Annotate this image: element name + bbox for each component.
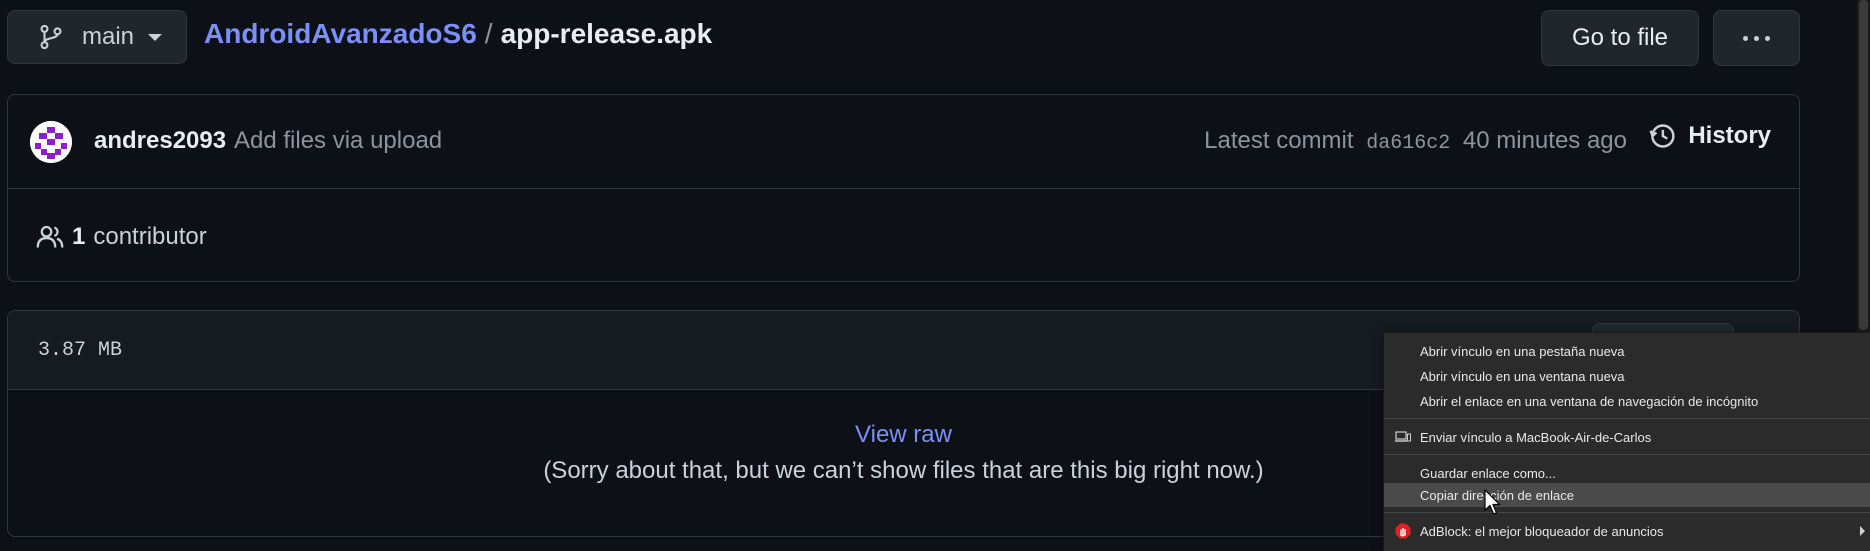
contributor-label: contributor: [93, 223, 207, 250]
adblock-icon: [1395, 523, 1411, 539]
mouse-pointer-icon: [1484, 489, 1501, 515]
identicon-icon: [30, 121, 72, 163]
git-branch-icon: [40, 24, 62, 50]
menu-separator: [1384, 512, 1870, 513]
commit-sha[interactable]: da616c2: [1366, 132, 1450, 155]
menu-item-label: Enviar vínculo a MacBook-Air-de-Carlos: [1420, 429, 1652, 445]
avatar[interactable]: [30, 121, 72, 163]
menu-item-send-to-device[interactable]: Enviar vínculo a MacBook-Air-de-Carlos: [1384, 425, 1870, 449]
breadcrumb-repo-link[interactable]: AndroidAvanzadoS6: [204, 18, 477, 49]
contributors-row[interactable]: 1 contributor: [36, 223, 207, 251]
file-size: 3.87 MB: [38, 339, 123, 362]
breadcrumb-file-name: app-release.apk: [500, 18, 713, 49]
view-raw-label[interactable]: View raw: [855, 421, 952, 448]
more-options-button[interactable]: [1713, 10, 1800, 66]
page-scrollbar-thumb[interactable]: [1859, 0, 1868, 330]
menu-item-label: Abrir el enlace en una ventana de navega…: [1420, 393, 1759, 409]
menu-item-open-new-window[interactable]: Abrir vínculo en una ventana nueva: [1384, 364, 1870, 388]
branch-selector-button[interactable]: main: [7, 10, 187, 64]
context-menu: Abrir vínculo en una pestaña nueva Abrir…: [1383, 332, 1870, 551]
submenu-arrow-icon: [1860, 526, 1865, 536]
people-icon: [36, 225, 64, 248]
branch-name: main: [82, 23, 135, 50]
menu-separator: [1384, 418, 1870, 419]
commit-author[interactable]: andres2093: [94, 127, 226, 155]
menu-item-save-link-as[interactable]: Guardar enlace como...: [1384, 461, 1870, 485]
kebab-horizontal-icon: [1743, 35, 1748, 41]
menu-item-open-new-tab[interactable]: Abrir vínculo en una pestaña nueva: [1384, 339, 1870, 363]
latest-commit-row: andres2093 Add files via upload Latest c…: [8, 95, 1799, 189]
history-link[interactable]: History: [1648, 122, 1771, 150]
menu-item-copy-link-address[interactable]: Copiar dirección de enlace: [1384, 483, 1870, 507]
menu-item-label: AdBlock: el mejor bloqueador de anuncios: [1420, 523, 1664, 539]
menu-separator: [1384, 454, 1870, 455]
breadcrumb-separator: /: [484, 18, 493, 49]
commit-box: andres2093 Add files via upload Latest c…: [7, 94, 1800, 282]
chevron-down-icon: [148, 33, 163, 41]
device-send-icon: [1395, 431, 1411, 442]
menu-item-label: Abrir vínculo en una ventana nueva: [1420, 368, 1625, 384]
history-icon: [1649, 124, 1675, 148]
latest-commit-label: Latest commit: [1204, 127, 1354, 154]
page: main AndroidAvanzadoS6/app-release.apk G…: [0, 0, 1870, 551]
menu-item-label: Guardar enlace como...: [1420, 465, 1556, 481]
commit-time: 40 minutes ago: [1462, 127, 1627, 154]
menu-item-label: Abrir vínculo en una pestaña nueva: [1420, 343, 1625, 359]
menu-item-open-incognito[interactable]: Abrir el enlace en una ventana de navega…: [1384, 389, 1870, 413]
commit-message[interactable]: Add files via upload: [234, 127, 442, 155]
breadcrumb: AndroidAvanzadoS6/app-release.apk: [204, 18, 712, 50]
latest-commit-info: Latest commit da616c2 40 minutes ago: [1204, 127, 1627, 155]
go-to-file-button[interactable]: Go to file: [1541, 10, 1699, 66]
menu-item-adblock[interactable]: AdBlock: el mejor bloqueador de anuncios: [1384, 519, 1870, 543]
contributor-count: 1: [72, 223, 86, 250]
history-label: History: [1688, 122, 1771, 149]
